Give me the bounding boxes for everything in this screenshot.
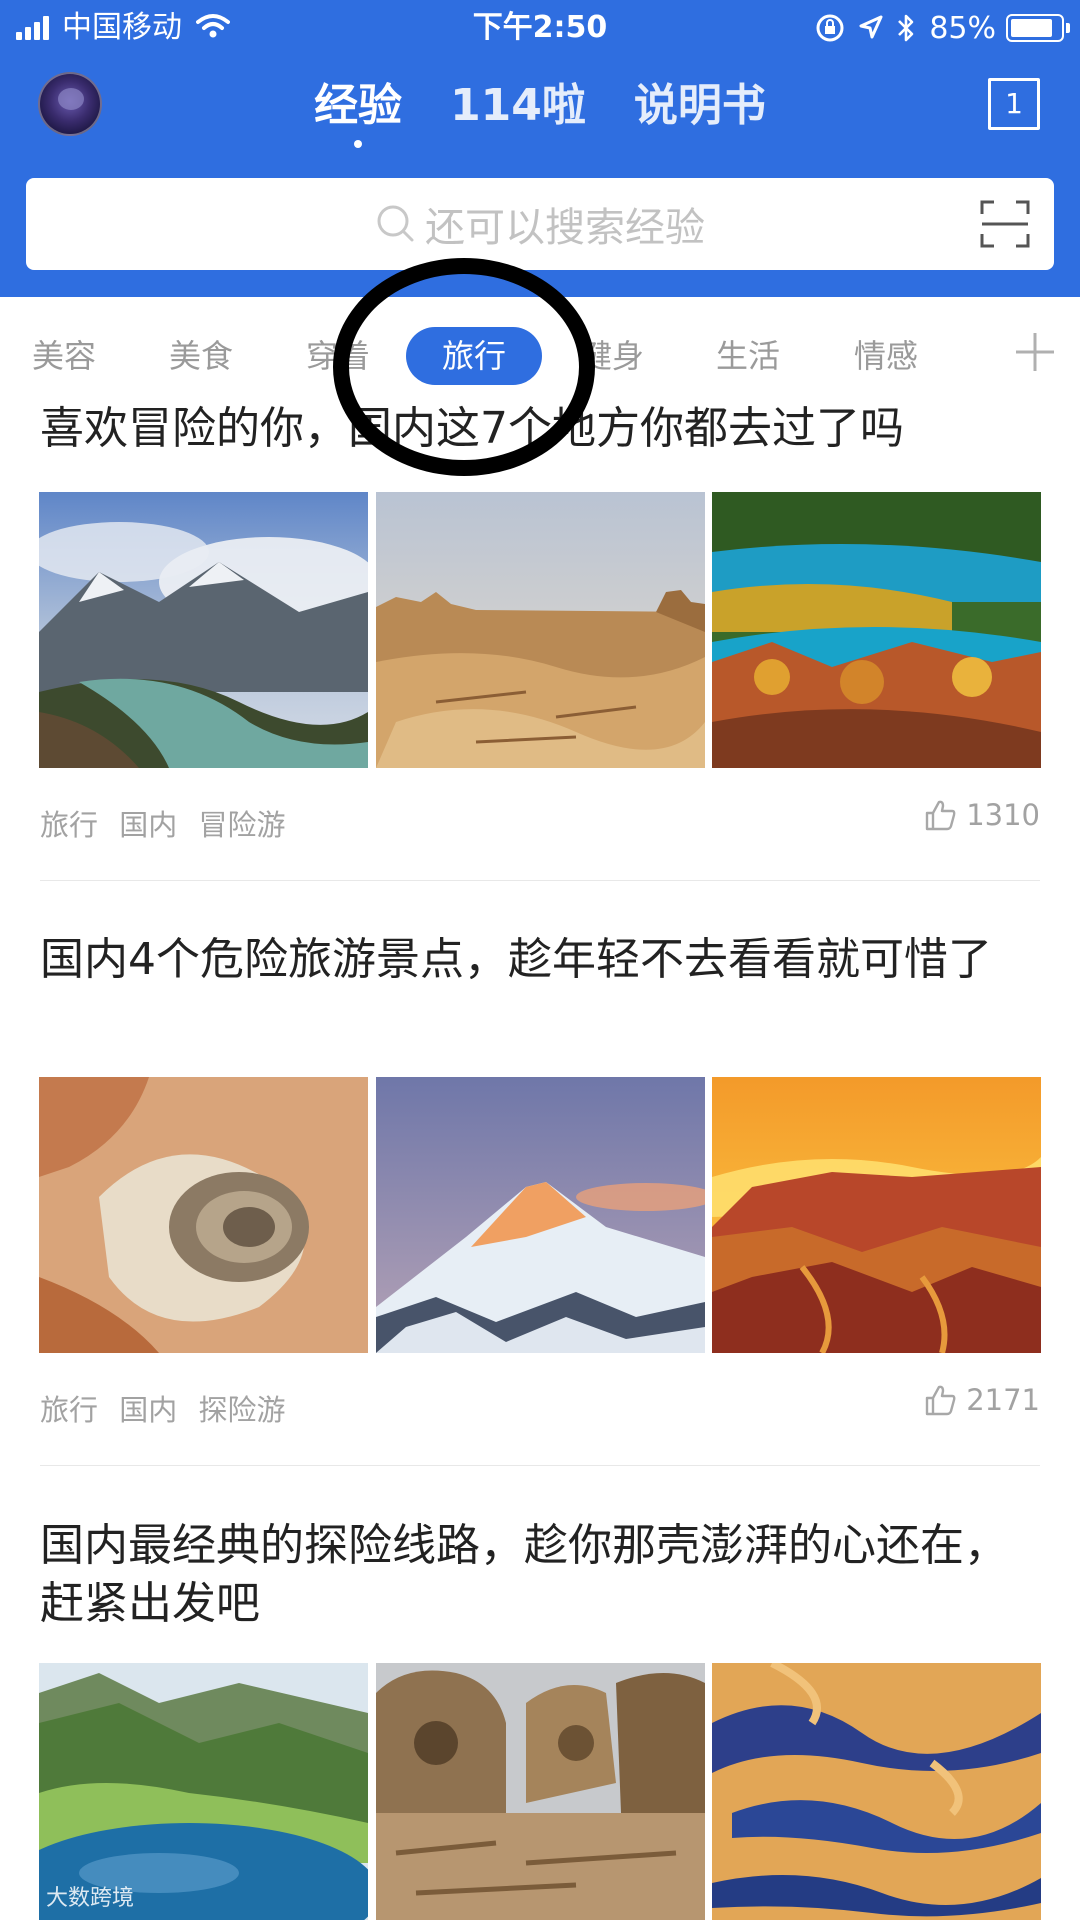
tab-jingyan[interactable]: 经验 [314,78,403,148]
watermark: 大数跨境 [6,1880,134,1912]
category-meishi[interactable]: 美食 [157,327,245,385]
tab-shuomingshu-label: 说明书 [633,80,766,131]
category-shenghuo[interactable]: 生活 [704,327,792,385]
message-count-button[interactable]: 1 [988,78,1040,130]
tab-shuomingshu[interactable]: 说明书 [634,78,766,134]
thumb-desert-yardang [375,492,705,768]
thumb-ruins [375,1663,705,1920]
tag[interactable]: 冒险游 [198,808,285,842]
watermark-logo-icon [8,1886,39,1906]
battery-percent: 85% [929,10,996,46]
thumbs-up-icon [925,1385,956,1416]
battery-fill [1011,19,1052,37]
app-header: 中国移动 下午2:50 85% 经验 114啦 说明书 1 还可以搜索经验 [0,0,1080,297]
top-tabs: 经验 114啦 说明书 [0,78,1080,148]
bluetooth-icon [897,13,915,43]
location-icon [859,15,883,41]
article-tags-2: 旅行 国内 探险游 [40,1387,297,1429]
thumb-red-cliffs [712,1077,1041,1353]
like-button-1[interactable]: 1310 [924,798,1040,832]
article-images-3[interactable] [39,1663,1041,1920]
like-count: 2171 [966,1383,1040,1417]
article-images-1[interactable] [39,492,1041,768]
battery-icon [1006,14,1070,42]
tag[interactable]: 国内 [119,808,177,842]
search-placeholder: 还可以搜索经验 [425,205,705,251]
rotation-lock-icon [815,13,845,43]
thumb-aerial-crater [39,1077,368,1353]
tag[interactable]: 国内 [119,1393,177,1427]
category-meirong[interactable]: 美容 [20,327,108,385]
search-inner: 还可以搜索经验 [26,178,1054,270]
article-title-3[interactable]: 国内最经典的探险线路，趁你那壳澎湃的心还在，赶紧出发吧 [40,1517,1040,1633]
active-tab-indicator [354,140,363,148]
add-category-icon[interactable] [1012,329,1058,375]
like-count: 1310 [966,798,1040,832]
article-title-2[interactable]: 国内4个危险旅游景点，趁年轻不去看看就可惜了 [40,931,1040,989]
category-qinggan[interactable]: 情感 [842,327,930,385]
divider [40,1465,1040,1466]
thumb-desert-river [712,1663,1041,1920]
tab-114la[interactable]: 114啦 [450,78,586,134]
thumb-autumn-lake [712,492,1041,768]
tab-114la-label: 114啦 [450,80,586,131]
divider [40,880,1040,881]
tag[interactable]: 旅行 [40,808,98,842]
scan-icon[interactable] [980,200,1030,248]
tab-jingyan-label: 经验 [314,80,403,131]
tag[interactable]: 探险游 [198,1393,285,1427]
thumb-mountain-lake [39,492,368,768]
thumb-snow-peak [375,1077,705,1353]
thumbs-up-icon [925,800,956,831]
tag[interactable]: 旅行 [40,1393,98,1427]
search-input[interactable]: 还可以搜索经验 [26,178,1054,270]
status-bar: 中国移动 下午2:50 85% [0,0,1080,55]
search-icon [375,203,417,245]
like-button-2[interactable]: 2171 [924,1383,1040,1417]
article-images-2[interactable] [39,1077,1041,1353]
watermark-text: 大数跨境 [46,1886,135,1911]
status-right: 85% [801,8,1070,48]
highlight-circle [333,258,595,476]
article-tags-1: 旅行 国内 冒险游 [40,802,297,844]
